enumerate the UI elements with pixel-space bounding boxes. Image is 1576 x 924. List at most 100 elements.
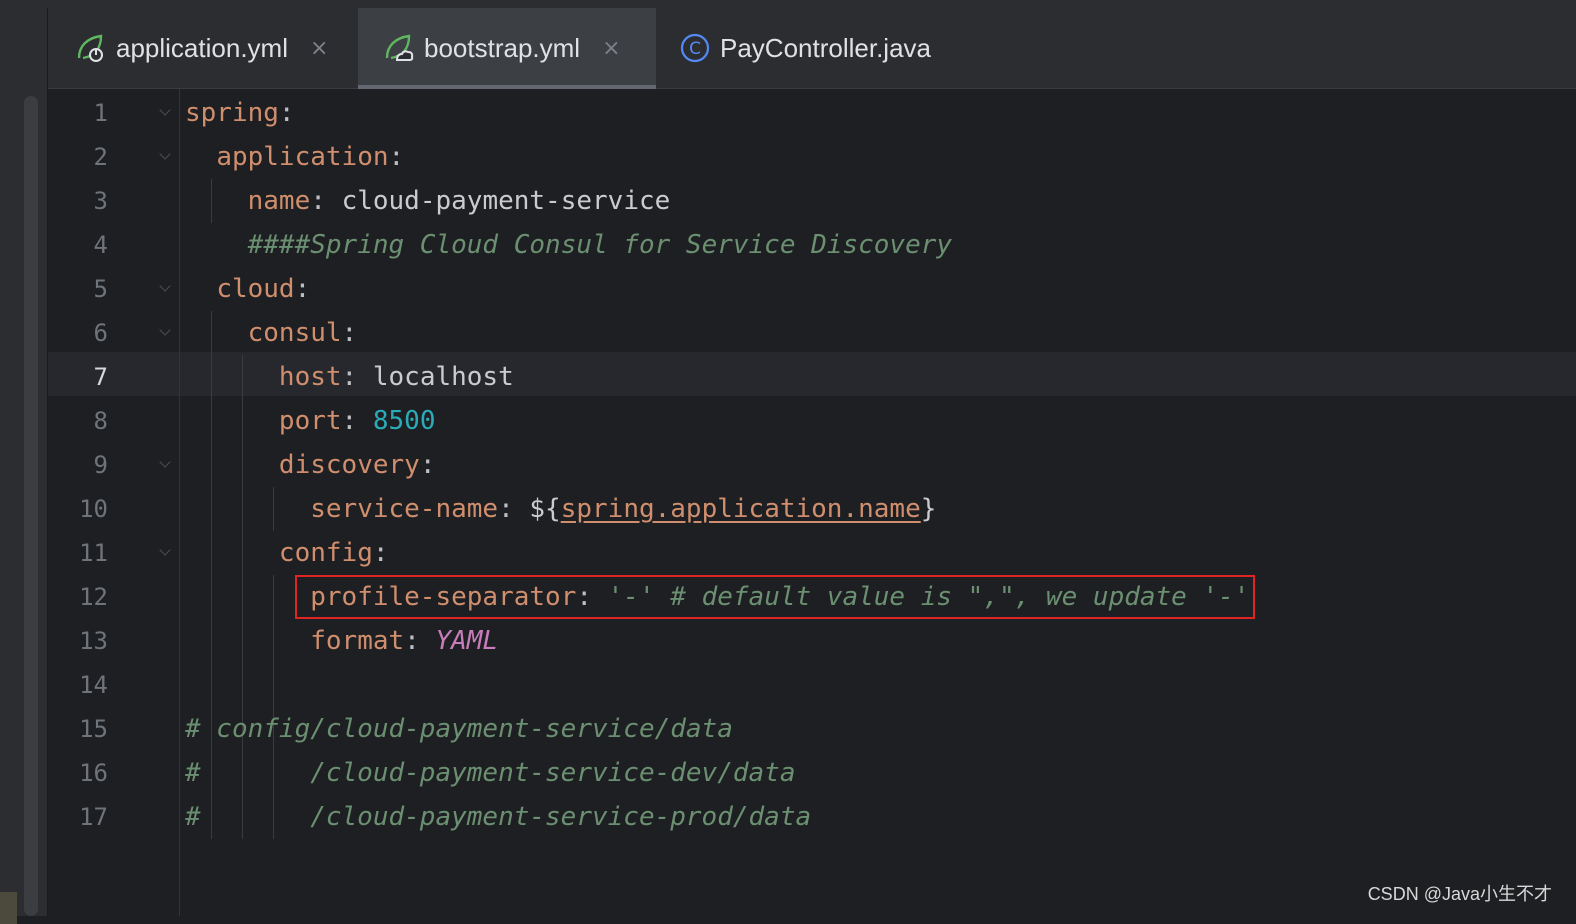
- fold-chevron-icon[interactable]: [158, 284, 172, 298]
- code-line[interactable]: spring:: [185, 91, 295, 135]
- close-tab-icon[interactable]: ×: [602, 36, 620, 61]
- code-token: # /cloud-payment-service-dev/data: [185, 758, 796, 788]
- line-number[interactable]: 4: [48, 223, 108, 267]
- spring-boot-leaf-power-icon: [74, 31, 108, 65]
- gutter-separator: [179, 89, 180, 916]
- line-number[interactable]: 6: [48, 311, 108, 355]
- code-token: spring.application.name: [560, 494, 921, 524]
- tab-label: PayController.java: [720, 32, 931, 63]
- code-token: port: [278, 406, 342, 436]
- code-token: YAML: [435, 626, 499, 656]
- tab-application-yml[interactable]: application.yml ×: [74, 8, 358, 88]
- code-token: application: [216, 142, 389, 172]
- code-token: config: [278, 538, 373, 568]
- code-line[interactable]: # /cloud-payment-service-prod/data: [185, 795, 811, 839]
- panel-scrollbar[interactable]: [24, 96, 38, 916]
- annotation-highlight-box: [295, 575, 1255, 619]
- tab-bootstrap-yml[interactable]: bootstrap.yml ×: [358, 8, 656, 89]
- line-number[interactable]: 16: [48, 751, 108, 795]
- code-token: :: [404, 626, 436, 656]
- code-token: cloud-payment-service: [341, 186, 671, 216]
- close-tab-icon[interactable]: ×: [310, 36, 328, 61]
- code-token: :: [388, 142, 405, 172]
- line-number[interactable]: 15: [48, 707, 108, 751]
- code-token: }: [920, 494, 937, 524]
- code-token: :: [278, 98, 295, 128]
- fold-chevron-icon[interactable]: [158, 548, 172, 562]
- editor-tab-bar: application.yml × bootstrap.yml × C PayC…: [48, 8, 1576, 89]
- code-line[interactable]: application:: [185, 135, 404, 179]
- code-token: :: [341, 362, 373, 392]
- code-token: :: [310, 186, 342, 216]
- svg-text:C: C: [689, 39, 701, 59]
- code-line[interactable]: ####Spring Cloud Consul for Service Disc…: [185, 223, 952, 267]
- code-token: :: [294, 274, 311, 304]
- line-number[interactable]: 9: [48, 443, 108, 487]
- code-editor[interactable]: 1 2 3 4 5 6 7 8 9 10 11 12 13 14 15 16 17 spring: applic…: [48, 89, 1576, 916]
- line-number[interactable]: 2: [48, 135, 108, 179]
- code-token: :: [341, 318, 358, 348]
- line-number[interactable]: 12: [48, 575, 108, 619]
- code-line[interactable]: cloud:: [185, 267, 310, 311]
- code-token: ${: [529, 494, 561, 524]
- java-class-c-icon: C: [678, 31, 712, 65]
- tab-label: application.yml: [116, 32, 288, 63]
- fold-chevron-icon[interactable]: [158, 152, 172, 166]
- code-token: :: [498, 494, 530, 524]
- line-number[interactable]: 10: [48, 487, 108, 531]
- code-token: name: [247, 186, 311, 216]
- line-number[interactable]: 14: [48, 663, 108, 707]
- code-token: discovery: [278, 450, 420, 480]
- code-line[interactable]: # /cloud-payment-service-dev/data: [185, 751, 795, 795]
- tab-paycontroller-java[interactable]: C PayController.java: [678, 8, 1018, 88]
- tool-window-accent: [0, 892, 17, 924]
- spring-cloud-leaf-icon: [382, 31, 416, 65]
- code-token: consul: [247, 318, 342, 348]
- line-number[interactable]: 7: [48, 355, 108, 399]
- code-token: :: [419, 450, 436, 480]
- code-line[interactable]: port: 8500: [185, 399, 436, 443]
- fold-chevron-icon[interactable]: [158, 460, 172, 474]
- code-token: host: [278, 362, 342, 392]
- line-number[interactable]: 5: [48, 267, 108, 311]
- line-number[interactable]: 1: [48, 91, 108, 135]
- line-number[interactable]: 11: [48, 531, 108, 575]
- code-line[interactable]: # config/cloud-payment-service/data: [185, 707, 733, 751]
- code-line[interactable]: discovery:: [185, 443, 436, 487]
- code-line[interactable]: name: cloud-payment-service: [185, 179, 671, 223]
- line-number[interactable]: 3: [48, 179, 108, 223]
- code-token: service-name: [310, 494, 499, 524]
- code-token: cloud: [216, 274, 295, 304]
- code-token: 8500: [372, 406, 436, 436]
- line-number[interactable]: 17: [48, 795, 108, 839]
- code-line[interactable]: consul:: [185, 311, 358, 355]
- fold-chevron-icon[interactable]: [158, 108, 172, 122]
- fold-chevron-icon[interactable]: [158, 328, 172, 342]
- code-token: localhost: [372, 362, 514, 392]
- code-token: :: [372, 538, 389, 568]
- code-line[interactable]: service-name: ${spring.application.name}: [185, 487, 936, 531]
- code-token: format: [310, 626, 405, 656]
- code-line[interactable]: host: localhost: [185, 355, 514, 399]
- code-token: ####Spring Cloud Consul for Service Disc…: [247, 230, 953, 260]
- code-token: # config/cloud-payment-service/data: [185, 714, 733, 744]
- code-line[interactable]: format: YAML: [185, 619, 498, 663]
- tab-label: bootstrap.yml: [424, 32, 581, 63]
- line-number[interactable]: 13: [48, 619, 108, 663]
- code-line[interactable]: config:: [185, 531, 389, 575]
- code-token: # /cloud-payment-service-prod/data: [185, 802, 812, 832]
- line-number[interactable]: 8: [48, 399, 108, 443]
- code-token: :: [341, 406, 373, 436]
- watermark: CSDN @Java小生不才: [1367, 884, 1552, 904]
